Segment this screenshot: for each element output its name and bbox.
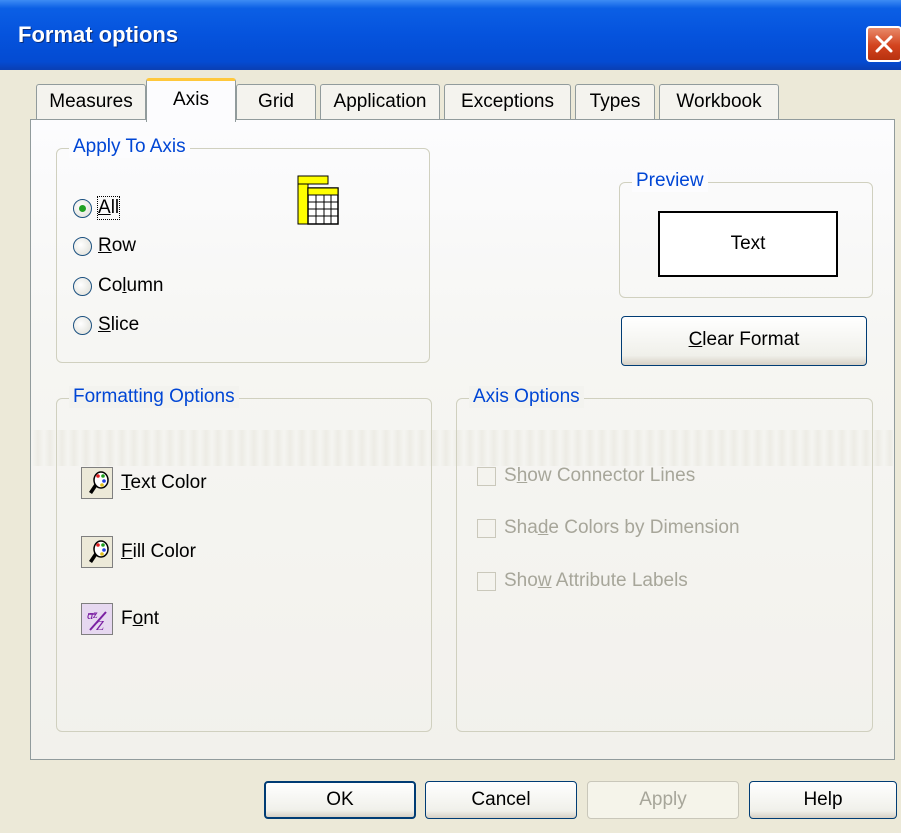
tab-label: Exceptions <box>461 91 554 112</box>
formatting-options-group: Formatting Options Text Color Fill Color… <box>56 386 432 732</box>
radio-slice[interactable]: Slice <box>73 313 139 337</box>
ok-button[interactable]: OK <box>264 781 416 819</box>
preview-group: Preview Text <box>619 170 873 298</box>
axis-tab-panel: Apply To Axis All Row Column Slice Previ… <box>30 119 895 760</box>
radio-label: All <box>96 196 121 220</box>
formatting-options-legend: Formatting Options <box>69 386 239 408</box>
font-label: Font <box>121 608 160 629</box>
show-connector-lines-checkbox-row: Show Connector Lines <box>477 464 695 488</box>
axis-options-legend: Axis Options <box>469 386 584 408</box>
grid-table-icon <box>297 175 339 225</box>
window-title: Format options <box>18 22 179 47</box>
axis-options-group: Axis Options Show Connector Lines Shade … <box>456 386 873 732</box>
text-color-button[interactable]: Text Color <box>81 465 207 501</box>
cancel-label: Cancel <box>471 789 531 810</box>
tab-axis[interactable]: Axis <box>146 78 236 122</box>
preview-text-box: Text <box>658 211 838 277</box>
preview-legend: Preview <box>632 170 708 192</box>
radio-row[interactable]: Row <box>73 234 136 258</box>
apply-label: Apply <box>639 789 687 810</box>
tab-measures[interactable]: Measures <box>36 84 146 120</box>
title-bar: Format options <box>0 0 901 70</box>
clear-format-button[interactable]: Clear Format <box>621 316 867 366</box>
color-palette-icon <box>81 536 113 568</box>
tab-label: Grid <box>258 91 294 112</box>
color-palette-icon <box>81 467 113 499</box>
radio-button[interactable] <box>73 198 92 218</box>
tab-workbook[interactable]: Workbook <box>659 84 779 120</box>
radio-label: Slice <box>98 314 140 335</box>
tab-exceptions[interactable]: Exceptions <box>444 84 571 120</box>
shade-colors-checkbox-row: Shade Colors by Dimension <box>477 516 740 540</box>
clear-format-mnemonic: C <box>688 329 703 350</box>
apply-to-axis-legend: Apply To Axis <box>69 136 190 158</box>
font-icon: a z Z <box>81 603 113 635</box>
svg-text:Z: Z <box>96 619 104 632</box>
text-color-label: Text Color <box>121 472 207 493</box>
ok-label: OK <box>326 789 354 810</box>
tab-label: Workbook <box>676 91 762 112</box>
cancel-button[interactable]: Cancel <box>425 781 577 819</box>
help-button[interactable]: Help <box>749 781 897 819</box>
radio-label: Row <box>98 235 137 256</box>
tab-label: Types <box>589 91 641 112</box>
preview-text: Text <box>730 233 766 254</box>
tab-types[interactable]: Types <box>575 84 655 120</box>
show-attribute-labels-label: Show Attribute Labels <box>504 570 688 591</box>
close-icon <box>875 35 893 53</box>
tab-label: Axis <box>173 89 209 110</box>
fill-color-label: Fill Color <box>121 541 196 562</box>
apply-button[interactable]: Apply <box>587 781 739 819</box>
tab-application[interactable]: Application <box>320 84 440 120</box>
radio-label: Column <box>98 275 164 296</box>
shade-colors-by-dimension-checkbox[interactable] <box>477 518 496 538</box>
show-attribute-labels-checkbox-row: Show Attribute Labels <box>477 569 688 593</box>
radio-all[interactable]: All <box>73 196 121 220</box>
close-button[interactable] <box>866 26 901 62</box>
show-attribute-labels-checkbox[interactable] <box>477 571 496 591</box>
tab-grid[interactable]: Grid <box>236 84 316 120</box>
show-connector-lines-checkbox[interactable] <box>477 466 496 486</box>
clear-format-label: lear Format <box>702 329 800 350</box>
radio-button[interactable] <box>73 315 92 335</box>
radio-column[interactable]: Column <box>73 274 164 298</box>
shade-colors-by-dimension-label: Shade Colors by Dimension <box>504 517 740 538</box>
radio-button[interactable] <box>73 236 92 256</box>
font-button[interactable]: a z Z Font <box>81 601 159 637</box>
radio-button[interactable] <box>73 276 92 296</box>
help-label: Help <box>803 789 843 810</box>
show-connector-lines-label: Show Connector Lines <box>504 465 696 486</box>
fill-color-button[interactable]: Fill Color <box>81 534 196 570</box>
tab-label: Measures <box>49 91 133 112</box>
tab-label: Application <box>333 91 427 112</box>
apply-to-axis-group: Apply To Axis All Row Column Slice <box>56 136 430 363</box>
